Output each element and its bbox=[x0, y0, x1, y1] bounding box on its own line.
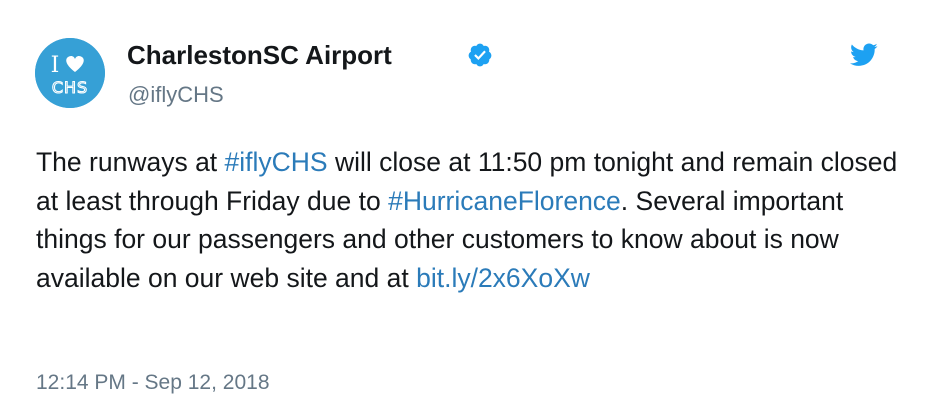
avatar-logo: I CHS bbox=[35, 38, 105, 108]
twitter-bird-icon[interactable] bbox=[850, 43, 878, 67]
avatar-letters-chs: CHS bbox=[52, 78, 88, 97]
hashtag-link-hurricaneflorence[interactable]: #HurricaneFlorence bbox=[388, 186, 621, 216]
tweet-text-segment: The runways at bbox=[36, 147, 225, 177]
display-name[interactable]: CharlestonSC Airport bbox=[127, 40, 392, 70]
avatar[interactable]: I CHS bbox=[35, 38, 105, 108]
hashtag-link-iflychs[interactable]: #iflyCHS bbox=[225, 147, 328, 177]
avatar-letter-i: I bbox=[51, 53, 60, 78]
tweet-card: I CHS CharlestonSC Airport @iflyCHS The … bbox=[0, 0, 928, 418]
tweet-timestamp[interactable]: 12:14 PM - Sep 12, 2018 bbox=[36, 371, 270, 395]
tweet-text: The runways at #iflyCHS will close at 11… bbox=[36, 143, 906, 297]
verified-badge-icon bbox=[468, 43, 492, 67]
short-url-link[interactable]: bit.ly/2x6XoXw bbox=[416, 263, 590, 293]
user-handle[interactable]: @iflyCHS bbox=[128, 82, 224, 108]
